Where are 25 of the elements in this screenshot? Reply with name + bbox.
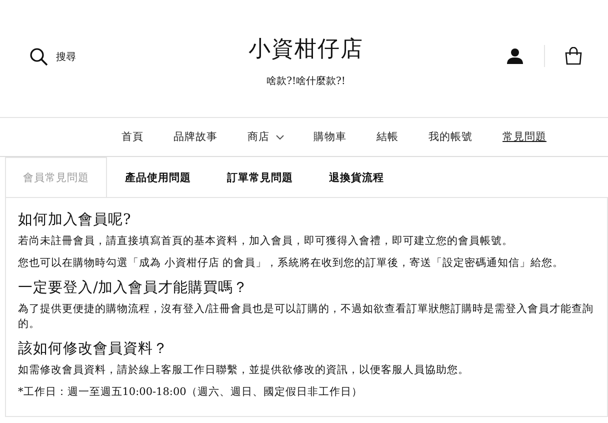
nav-link[interactable]: 品牌故事 [174,130,218,144]
chevron-down-icon[interactable] [276,134,284,140]
answer-text: 為了提供更便捷的購物流程，沒有登入/註冊會員也是可以訂購的，不過如欲查看訂單狀態訂購時是需登入會員才能查詢的。 [18,302,595,332]
answer-text: *工作日：週一至週五10:00-18:00（週六、週日、國定假日非工作日） [18,384,364,400]
search-icon[interactable] [30,48,48,66]
tagline: 啥款?!啥什麼款?! [266,74,346,88]
question-heading: 該如何修改會員資料？ [18,340,169,358]
store-name[interactable]: 小資柑仔店 [248,34,364,64]
search-link[interactable]: 搜尋 [56,50,76,64]
question-heading: 一定要登入/加入會員才能購買嗎？ [18,278,249,296]
tab[interactable]: 退換貨流程 [311,157,402,197]
user-icon[interactable] [506,48,524,64]
answer-text: 若尚未註冊會員，請直接填寫首頁的基本資料，加入會員，即可獲得入會禮，即可建立您的會員帳號。 [18,234,514,249]
answer-text: 您也可以在購物時勾選「成為 小資柑仔店 的會員」，系統將在收到您的訂單後，寄送「設定密碼通知信」給您。 [18,256,565,271]
shopping-bag-icon[interactable] [565,47,582,65]
nav-link[interactable]: 結帳 [376,130,398,144]
nav-link[interactable]: 購物車 [314,130,346,144]
question-heading: 如何加入會員呢? [18,211,132,229]
nav-link[interactable]: 商店 [248,130,284,144]
nav-link[interactable]: 常見問題 [502,130,546,144]
tab[interactable]: 產品使用問題 [107,157,209,197]
answer-text: 如需修改會員資料，請於線上客服工作日聯繫，並提供欲修改的資訊，以便客服人員協助您。 [18,363,470,378]
nav-link[interactable]: 我的帳號 [428,130,472,144]
nav-link[interactable]: 首頁 [122,130,144,144]
tab[interactable]: 訂單常見問題 [209,157,311,197]
